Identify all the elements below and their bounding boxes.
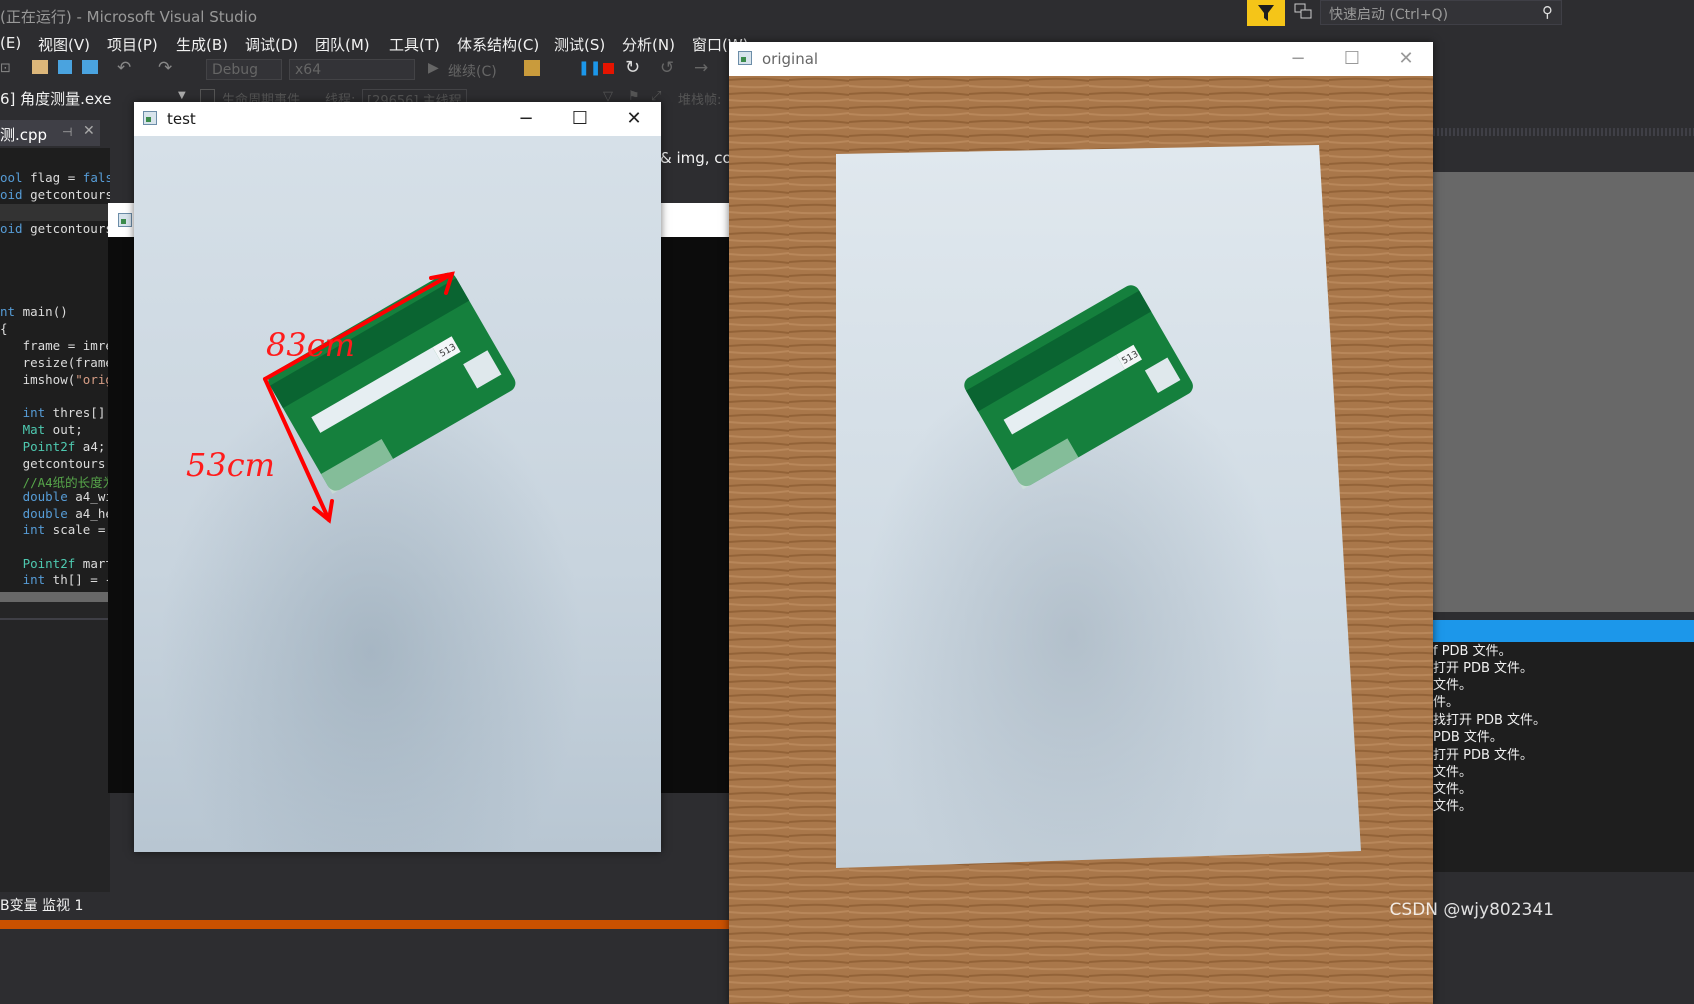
code-line: resize(frame, xyxy=(0,355,110,370)
restart-icon[interactable]: ↻ xyxy=(625,57,640,78)
save-icon[interactable] xyxy=(58,60,72,74)
console-app-icon xyxy=(118,213,132,227)
code-line: getcontours(f xyxy=(0,456,110,471)
panel-grip xyxy=(1433,128,1694,136)
continue-button[interactable]: 继续(C) xyxy=(448,61,497,81)
show-next-statement-icon[interactable]: → xyxy=(694,58,708,78)
horizontal-scrollbar[interactable] xyxy=(0,592,110,602)
attach-icon[interactable] xyxy=(524,60,540,76)
hot-reload-icon[interactable]: ↺ xyxy=(660,58,674,78)
pin-icon[interactable]: ⊣ xyxy=(62,125,72,139)
search-icon[interactable]: ⚲ xyxy=(1542,3,1553,21)
tab-watch-1[interactable]: 监视 1 xyxy=(42,895,83,915)
code-line: frame = imrea xyxy=(0,338,110,353)
code-line: oid getcontours(Mat xyxy=(0,187,110,202)
open-folder-icon[interactable] xyxy=(32,60,48,74)
stop-icon[interactable] xyxy=(603,63,614,74)
menu-build[interactable]: 生成(B) xyxy=(176,34,228,55)
current-line-highlight xyxy=(0,204,110,221)
menu-test[interactable]: 测试(S) xyxy=(554,34,605,55)
code-line: nt main() xyxy=(0,304,68,319)
test-window-title-bar[interactable]: test − ☐ ✕ xyxy=(134,102,661,136)
code-line: int th[] = { xyxy=(22,572,110,587)
debug-status-bar xyxy=(0,920,730,929)
platform-dropdown[interactable]: x64 xyxy=(289,59,415,80)
menu-bar: (E) 视图(V) 项目(P) 生成(B) 调试(D) 团队(M) 工具(T) … xyxy=(0,32,830,54)
maximize-button[interactable]: ☐ xyxy=(553,102,607,136)
process-name[interactable]: 6] 角度测量.exe xyxy=(0,88,112,109)
menu-analyze[interactable]: 分析(N) xyxy=(622,34,675,55)
menu-project[interactable]: 项目(P) xyxy=(107,34,158,55)
editor-scroll-area xyxy=(1433,172,1694,612)
code-line: Point2f a4; xyxy=(22,439,106,454)
config-dropdown[interactable]: Debug xyxy=(206,59,282,80)
tab-source-file[interactable]: 测.cpp ⊣ ✕ xyxy=(0,120,100,146)
quick-launch-input[interactable]: 快速启动 (Ctrl+Q) ⚲ xyxy=(1320,0,1562,25)
output-line: 件。 xyxy=(1433,695,1460,710)
output-line: PDB 文件。 xyxy=(1433,730,1503,745)
code-line: Mat out; xyxy=(22,422,83,437)
continue-play-icon[interactable]: ▶ xyxy=(428,60,439,76)
toolbar: ⊡ ↶ ↷ Debug x64 ▶ 继续(C) ❚❚ ↻ ↺ → xyxy=(0,56,730,84)
window-title: (正在运行) - Microsoft Visual Studio xyxy=(0,8,258,26)
menu-architecture[interactable]: 体系结构(C) xyxy=(457,34,539,55)
menu-team[interactable]: 团队(M) xyxy=(315,34,370,55)
original-window-title: original xyxy=(762,50,819,68)
test-image-window[interactable]: test − ☐ ✕ 513 83cm 53cm xyxy=(134,102,661,852)
feedback-filter-button[interactable] xyxy=(1247,0,1285,26)
test-image-canvas: 513 83cm 53cm xyxy=(134,136,661,852)
tab-label: 测.cpp xyxy=(0,126,48,144)
code-line: { xyxy=(0,321,8,336)
code-line: oid getcontours_ xyxy=(0,221,110,236)
filter-icon xyxy=(1258,5,1274,21)
code-line: imshow("origi xyxy=(0,372,110,387)
original-image-canvas: 513 xyxy=(729,76,1433,1004)
maximize-button[interactable]: ☐ xyxy=(1325,42,1379,76)
test-window-title: test xyxy=(167,110,196,128)
save-all-icon[interactable] xyxy=(82,60,98,74)
stack-frame-label: 堆栈帧: xyxy=(678,93,722,108)
new-project-icon[interactable]: ⊡ xyxy=(0,61,11,76)
function-navigation-hint: & img, co xyxy=(660,149,732,167)
code-line: ool flag = false; xyxy=(0,170,110,185)
quick-launch-placeholder: 快速启动 (Ctrl+Q) xyxy=(1329,7,1449,23)
window-app-icon xyxy=(738,51,752,65)
lower-tool-panel xyxy=(0,602,110,892)
code-line: double a4_wid xyxy=(22,489,110,504)
original-image-window[interactable]: original − ☐ ✕ 513 xyxy=(729,42,1433,1004)
tool-window-tabs: B变量 监视 1 xyxy=(0,892,730,918)
code-editor[interactable]: ool flag = false; oid getcontours(Mat oi… xyxy=(0,148,110,592)
account-icon[interactable] xyxy=(1294,2,1312,20)
menu-edit[interactable]: (E) xyxy=(0,34,21,52)
close-button[interactable]: ✕ xyxy=(607,102,661,136)
long-side-label: 83cm xyxy=(266,326,355,364)
close-button[interactable]: ✕ xyxy=(1379,42,1433,76)
output-line: 文件。 xyxy=(1433,799,1473,814)
window-app-icon xyxy=(143,111,157,125)
short-side-label: 53cm xyxy=(186,446,275,484)
output-panel-header[interactable] xyxy=(1433,620,1694,642)
watermark: CSDN @wjy802341 xyxy=(1389,900,1554,920)
original-window-title-bar[interactable]: original − ☐ ✕ xyxy=(729,42,1433,76)
close-icon[interactable]: ✕ xyxy=(83,123,95,139)
undo-icon[interactable]: ↶ xyxy=(117,58,131,78)
output-window: f PDB 文件。 打开 PDB 文件。 文件。 件。 找打开 PDB 文件。 … xyxy=(1433,642,1694,872)
menu-view[interactable]: 视图(V) xyxy=(38,34,90,55)
code-line: int scale = 3 xyxy=(22,522,106,537)
tab-locals[interactable]: B变量 xyxy=(0,895,38,915)
code-line: int thres[] = xyxy=(22,405,106,420)
menu-debug[interactable]: 调试(D) xyxy=(245,34,298,55)
redo-icon[interactable]: ↷ xyxy=(158,58,172,78)
pause-icon[interactable]: ❚❚ xyxy=(578,60,601,76)
minimize-button[interactable]: − xyxy=(499,102,553,136)
menu-tools[interactable]: 工具(T) xyxy=(389,34,440,55)
minimize-button[interactable]: − xyxy=(1271,42,1325,76)
code-line: Point2f mart; xyxy=(22,556,110,571)
chevron-down-icon[interactable]: ▼ xyxy=(178,90,186,101)
code-line: double a4_hei xyxy=(22,506,110,521)
